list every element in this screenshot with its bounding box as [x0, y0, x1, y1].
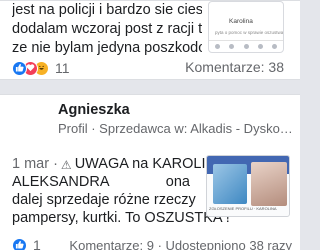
post-text-line: ze nie bylam jedyna poszkodowa... — [12, 40, 202, 56]
avatar[interactable] — [0, 95, 50, 141]
post-card: jest na policji i bardzo sie ciesze ze d… — [0, 0, 300, 80]
reactions-summary[interactable]: 11 — [12, 59, 70, 77]
reaction-count: 11 — [55, 60, 70, 76]
like-reaction-icon — [12, 60, 27, 76]
post-card: Agnieszka Profil · Sprzedawca w: Alkadis… — [0, 94, 300, 250]
post-text-line: ALEKSANDRA — [12, 174, 110, 190]
thumbnail-caption: pyta o pomoc w sprawie oszustwa — [215, 30, 284, 35]
post-text-line: ona — [165, 174, 190, 190]
thumbnail-divider — [209, 40, 283, 41]
post-text-line: UWAGA na KAROLINA — [74, 156, 226, 172]
warning-icon: ⚠ — [60, 158, 72, 172]
reactions-summary[interactable]: 1 — [12, 237, 41, 250]
thumbnail-photo — [213, 164, 247, 204]
post-author[interactable]: Agnieszka — [58, 102, 130, 118]
thumbnail-icons — [215, 44, 277, 50]
post-text[interactable]: jest na policji i bardzo sie ciesze ze d… — [12, 1, 202, 58]
post-image-thumbnail[interactable]: Karolina pyta o pomoc w sprawie oszustwa — [208, 1, 284, 53]
comments-shares-link[interactable]: Komentarze: 9 · Udostępniono 38 razy — [69, 238, 292, 250]
post-text[interactable]: 1 mar · ⚠ UWAGA na KAROLINA ALEKSANDRA o… — [12, 155, 230, 227]
thumbnail-name: Karolina — [229, 18, 253, 25]
post-text-line: pampersy, kurtki. To OSZUSTKA ! — [12, 210, 230, 226]
post-image-thumbnail[interactable]: ZGŁOSZENIE PROFILU · KAROLINA — [206, 155, 290, 217]
post-text-line: dodalam wczoraj post z racji tego — [12, 21, 202, 37]
post-text-line: jest na policji i bardzo sie ciesze ze — [12, 2, 202, 18]
comments-count-link[interactable]: Komentarze: 38 — [185, 59, 284, 75]
post-date[interactable]: 1 mar · — [12, 155, 58, 173]
reaction-count: 1 — [33, 237, 41, 250]
thumbnail-photo — [251, 162, 287, 206]
like-reaction-icon — [12, 237, 27, 250]
author-subtitle: Profil · Sprzedawca w: Alkadis - Dyskont… — [58, 121, 294, 136]
thumbnail-caption: ZGŁOSZENIE PROFILU · KAROLINA — [209, 206, 277, 211]
post-text-line: dalej sprzedaje różne rzeczy — [12, 192, 196, 208]
